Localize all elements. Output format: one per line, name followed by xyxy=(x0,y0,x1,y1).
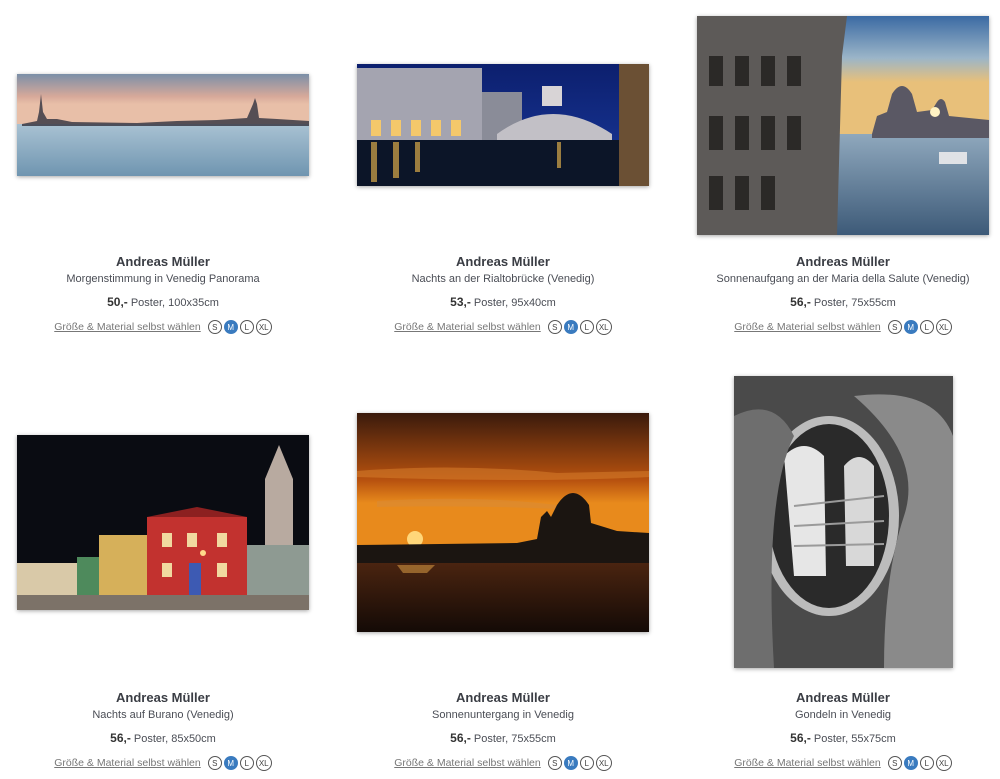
size-xl-button[interactable]: XL xyxy=(595,319,612,335)
product-detail: Poster, 85x50cm xyxy=(133,733,216,745)
price: 50,- xyxy=(107,295,128,309)
size-xl-button[interactable]: XL xyxy=(935,755,952,771)
size-l-button[interactable]: L xyxy=(239,756,254,770)
product-title[interactable]: Nachts an der Rialtobrücke (Venedig) xyxy=(348,272,658,286)
artist-name: Andreas Müller xyxy=(796,254,890,269)
product-detail: Poster, 55x75cm xyxy=(813,733,896,745)
size-m-button[interactable]: M xyxy=(223,320,238,334)
size-m-button[interactable]: M xyxy=(903,320,918,334)
size-selector: Größe & Material selbst wählen S M L XL xyxy=(348,319,658,335)
product-image-venice-morning-panorama[interactable] xyxy=(17,74,309,176)
product-detail: Poster, 75x55cm xyxy=(813,297,896,309)
product-image-burano-night[interactable] xyxy=(17,434,309,610)
product-title[interactable]: Morgenstimmung in Venedig Panorama xyxy=(8,272,318,286)
product-image-rialto-bridge-night[interactable] xyxy=(357,64,649,186)
size-selector: Größe & Material selbst wählen S M L XL xyxy=(8,755,318,771)
size-l-button[interactable]: L xyxy=(919,756,934,770)
choose-size-material-link[interactable]: Größe & Material selbst wählen xyxy=(54,757,200,769)
price-line: 56,- Poster, 75x55cm xyxy=(348,731,658,746)
size-m-button[interactable]: M xyxy=(563,320,578,334)
size-selector: Größe & Material selbst wählen S M L XL xyxy=(348,755,658,771)
choose-size-material-link[interactable]: Größe & Material selbst wählen xyxy=(734,321,880,333)
choose-size-material-link[interactable]: Größe & Material selbst wählen xyxy=(734,757,880,769)
product-image-venice-sunset[interactable] xyxy=(357,412,649,632)
product-detail: Poster, 95x40cm xyxy=(473,297,556,309)
product-title[interactable]: Gondeln in Venedig xyxy=(688,708,998,722)
price: 53,- xyxy=(450,295,471,309)
size-s-button[interactable]: S xyxy=(887,756,902,770)
choose-size-material-link[interactable]: Größe & Material selbst wählen xyxy=(394,321,540,333)
size-l-button[interactable]: L xyxy=(919,320,934,334)
price-line: 50,- Poster, 100x35cm xyxy=(8,295,318,310)
price: 56,- xyxy=(110,731,131,745)
choose-size-material-link[interactable]: Größe & Material selbst wählen xyxy=(54,321,200,333)
product-image-gondolas-bw[interactable] xyxy=(733,376,953,668)
choose-size-material-link[interactable]: Größe & Material selbst wählen xyxy=(394,757,540,769)
artist-name: Andreas Müller xyxy=(456,690,550,705)
size-m-button[interactable]: M xyxy=(903,756,918,770)
size-s-button[interactable]: S xyxy=(547,320,562,334)
product-title[interactable]: Sonnenuntergang in Venedig xyxy=(348,708,658,722)
price-line: 53,- Poster, 95x40cm xyxy=(348,295,658,310)
product-detail: Poster, 100x35cm xyxy=(130,297,219,309)
artist-name: Andreas Müller xyxy=(456,254,550,269)
size-xl-button[interactable]: XL xyxy=(935,319,952,335)
artist-name: Andreas Müller xyxy=(116,254,210,269)
size-xl-button[interactable]: XL xyxy=(595,755,612,771)
size-l-button[interactable]: L xyxy=(239,320,254,334)
size-s-button[interactable]: S xyxy=(207,756,222,770)
artist-name: Andreas Müller xyxy=(116,690,210,705)
price-line: 56,- Poster, 55x75cm xyxy=(688,731,998,746)
size-s-button[interactable]: S xyxy=(887,320,902,334)
price-line: 56,- Poster, 75x55cm xyxy=(688,295,998,310)
product-image-salute-sunrise[interactable] xyxy=(697,15,989,235)
size-s-button[interactable]: S xyxy=(547,756,562,770)
price-line: 56,- Poster, 85x50cm xyxy=(8,731,318,746)
size-m-button[interactable]: M xyxy=(563,756,578,770)
size-m-button[interactable]: M xyxy=(223,756,238,770)
size-l-button[interactable]: L xyxy=(579,756,594,770)
size-l-button[interactable]: L xyxy=(579,320,594,334)
product-title[interactable]: Nachts auf Burano (Venedig) xyxy=(8,708,318,722)
price: 56,- xyxy=(790,731,811,745)
size-selector: Größe & Material selbst wählen S M L XL xyxy=(8,319,318,335)
price: 56,- xyxy=(790,295,811,309)
price: 56,- xyxy=(450,731,471,745)
size-xl-button[interactable]: XL xyxy=(255,755,272,771)
size-xl-button[interactable]: XL xyxy=(255,319,272,335)
size-selector: Größe & Material selbst wählen S M L XL xyxy=(688,755,998,771)
artist-name: Andreas Müller xyxy=(796,690,890,705)
product-title[interactable]: Sonnenaufgang an der Maria della Salute … xyxy=(688,272,998,286)
product-detail: Poster, 75x55cm xyxy=(473,733,556,745)
size-s-button[interactable]: S xyxy=(207,320,222,334)
size-selector: Größe & Material selbst wählen S M L XL xyxy=(688,319,998,335)
